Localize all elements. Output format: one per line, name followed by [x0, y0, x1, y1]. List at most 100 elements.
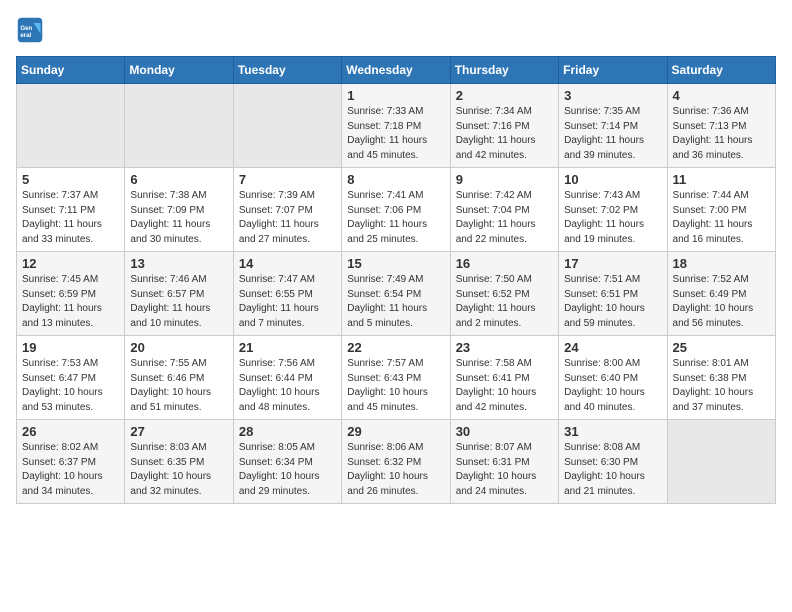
day-number: 2 [456, 88, 553, 103]
calendar-cell: 28 Sunrise: 8:05 AM Sunset: 6:34 PM Dayli… [233, 420, 341, 504]
svg-text:eral: eral [20, 32, 31, 39]
logo-icon: Gen eral [16, 16, 44, 44]
weekday-header-monday: Monday [125, 57, 233, 84]
day-info: Sunrise: 7:50 AM Sunset: 6:52 PM Dayligh… [456, 273, 553, 331]
day-number: 10 [564, 172, 661, 187]
day-info: Sunrise: 7:33 AM Sunset: 7:18 PM Dayligh… [347, 105, 444, 163]
calendar-cell: 17 Sunrise: 7:51 AM Sunset: 6:51 PM Dayli… [559, 252, 667, 336]
calendar-cell [233, 84, 341, 168]
day-info: Sunrise: 7:58 AM Sunset: 6:41 PM Dayligh… [456, 357, 553, 415]
calendar-cell: 3 Sunrise: 7:35 AM Sunset: 7:14 PM Daylig… [559, 84, 667, 168]
day-number: 14 [239, 256, 336, 271]
day-number: 18 [673, 256, 770, 271]
day-number: 13 [130, 256, 227, 271]
calendar-cell [125, 84, 233, 168]
day-number: 23 [456, 340, 553, 355]
day-info: Sunrise: 8:07 AM Sunset: 6:31 PM Dayligh… [456, 441, 553, 499]
calendar-cell: 5 Sunrise: 7:37 AM Sunset: 7:11 PM Daylig… [17, 168, 125, 252]
calendar-cell [17, 84, 125, 168]
day-info: Sunrise: 7:57 AM Sunset: 6:43 PM Dayligh… [347, 357, 444, 415]
day-info: Sunrise: 8:03 AM Sunset: 6:35 PM Dayligh… [130, 441, 227, 499]
day-number: 15 [347, 256, 444, 271]
calendar-cell: 21Sunrise: 7:56 AM Sunset: 6:44 PM Dayli… [233, 336, 341, 420]
svg-text:Gen: Gen [20, 25, 32, 32]
day-info: Sunrise: 7:45 AM Sunset: 6:59 PM Dayligh… [22, 273, 119, 331]
day-number: 29 [347, 424, 444, 439]
calendar-cell: 20Sunrise: 7:55 AM Sunset: 6:46 PM Dayli… [125, 336, 233, 420]
calendar-cell: 10 Sunrise: 7:43 AM Sunset: 7:02 PM Dayli… [559, 168, 667, 252]
day-info: Sunrise: 7:39 AM Sunset: 7:07 PM Dayligh… [239, 189, 336, 247]
day-info: Sunrise: 8:01 AM Sunset: 6:38 PM Dayligh… [673, 357, 770, 415]
day-number: 7 [239, 172, 336, 187]
day-number: 12 [22, 256, 119, 271]
calendar-week-row: 26 Sunrise: 8:02 AM Sunset: 6:37 PM Dayli… [17, 420, 776, 504]
day-number: 6 [130, 172, 227, 187]
day-info: Sunrise: 7:53 AM Sunset: 6:47 PM Dayligh… [22, 357, 119, 415]
day-number: 22 [347, 340, 444, 355]
calendar-cell [667, 420, 775, 504]
day-info: Sunrise: 8:05 AM Sunset: 6:34 PM Dayligh… [239, 441, 336, 499]
day-number: 25 [673, 340, 770, 355]
calendar-cell: 12 Sunrise: 7:45 AM Sunset: 6:59 PM Dayli… [17, 252, 125, 336]
day-info: Sunrise: 7:51 AM Sunset: 6:51 PM Dayligh… [564, 273, 661, 331]
calendar-cell: 14Sunrise: 7:47 AM Sunset: 6:55 PM Dayli… [233, 252, 341, 336]
day-info: Sunrise: 7:55 AM Sunset: 6:46 PM Dayligh… [130, 357, 227, 415]
calendar-cell: 27 Sunrise: 8:03 AM Sunset: 6:35 PM Dayli… [125, 420, 233, 504]
calendar-cell: 22 Sunrise: 7:57 AM Sunset: 6:43 PM Dayli… [342, 336, 450, 420]
day-info: Sunrise: 7:43 AM Sunset: 7:02 PM Dayligh… [564, 189, 661, 247]
day-info: Sunrise: 7:37 AM Sunset: 7:11 PM Dayligh… [22, 189, 119, 247]
day-info: Sunrise: 7:52 AM Sunset: 6:49 PM Dayligh… [673, 273, 770, 331]
calendar-cell: 11Sunrise: 7:44 AM Sunset: 7:00 PM Dayli… [667, 168, 775, 252]
calendar-cell: 4 Sunrise: 7:36 AM Sunset: 7:13 PM Daylig… [667, 84, 775, 168]
calendar-cell: 15 Sunrise: 7:49 AM Sunset: 6:54 PM Dayli… [342, 252, 450, 336]
day-number: 5 [22, 172, 119, 187]
calendar-cell: 13 Sunrise: 7:46 AM Sunset: 6:57 PM Dayli… [125, 252, 233, 336]
calendar-cell: 31 Sunrise: 8:08 AM Sunset: 6:30 PM Dayli… [559, 420, 667, 504]
day-number: 31 [564, 424, 661, 439]
day-number: 17 [564, 256, 661, 271]
day-info: Sunrise: 7:34 AM Sunset: 7:16 PM Dayligh… [456, 105, 553, 163]
day-number: 1 [347, 88, 444, 103]
calendar-week-row: 19 Sunrise: 7:53 AM Sunset: 6:47 PM Dayli… [17, 336, 776, 420]
weekday-header-saturday: Saturday [667, 57, 775, 84]
calendar-cell: 18 Sunrise: 7:52 AM Sunset: 6:49 PM Dayli… [667, 252, 775, 336]
calendar-cell: 9Sunrise: 7:42 AM Sunset: 7:04 PM Daylig… [450, 168, 558, 252]
day-info: Sunrise: 7:36 AM Sunset: 7:13 PM Dayligh… [673, 105, 770, 163]
day-info: Sunrise: 8:06 AM Sunset: 6:32 PM Dayligh… [347, 441, 444, 499]
day-info: Sunrise: 8:00 AM Sunset: 6:40 PM Dayligh… [564, 357, 661, 415]
weekday-header-sunday: Sunday [17, 57, 125, 84]
day-number: 19 [22, 340, 119, 355]
day-number: 24 [564, 340, 661, 355]
calendar-cell: 29 Sunrise: 8:06 AM Sunset: 6:32 PM Dayli… [342, 420, 450, 504]
calendar-cell: 8Sunrise: 7:41 AM Sunset: 7:06 PM Daylig… [342, 168, 450, 252]
day-number: 3 [564, 88, 661, 103]
weekday-header-friday: Friday [559, 57, 667, 84]
weekday-header-thursday: Thursday [450, 57, 558, 84]
calendar-cell: 24 Sunrise: 8:00 AM Sunset: 6:40 PM Dayli… [559, 336, 667, 420]
day-number: 27 [130, 424, 227, 439]
calendar-cell: 23 Sunrise: 7:58 AM Sunset: 6:41 PM Dayli… [450, 336, 558, 420]
logo: Gen eral [16, 16, 48, 44]
calendar-cell: 7 Sunrise: 7:39 AM Sunset: 7:07 PM Daylig… [233, 168, 341, 252]
day-number: 16 [456, 256, 553, 271]
calendar-cell: 6 Sunrise: 7:38 AM Sunset: 7:09 PM Daylig… [125, 168, 233, 252]
day-info: Sunrise: 7:35 AM Sunset: 7:14 PM Dayligh… [564, 105, 661, 163]
day-number: 28 [239, 424, 336, 439]
day-number: 26 [22, 424, 119, 439]
calendar-week-row: 5 Sunrise: 7:37 AM Sunset: 7:11 PM Daylig… [17, 168, 776, 252]
day-info: Sunrise: 7:46 AM Sunset: 6:57 PM Dayligh… [130, 273, 227, 331]
weekday-header-wednesday: Wednesday [342, 57, 450, 84]
weekday-header-tuesday: Tuesday [233, 57, 341, 84]
day-info: Sunrise: 8:08 AM Sunset: 6:30 PM Dayligh… [564, 441, 661, 499]
day-info: Sunrise: 7:38 AM Sunset: 7:09 PM Dayligh… [130, 189, 227, 247]
calendar-cell: 16 Sunrise: 7:50 AM Sunset: 6:52 PM Dayli… [450, 252, 558, 336]
calendar-table: SundayMondayTuesdayWednesdayThursdayFrid… [16, 56, 776, 504]
day-number: 21 [239, 340, 336, 355]
day-number: 4 [673, 88, 770, 103]
day-info: Sunrise: 7:49 AM Sunset: 6:54 PM Dayligh… [347, 273, 444, 331]
calendar-cell: 19 Sunrise: 7:53 AM Sunset: 6:47 PM Dayli… [17, 336, 125, 420]
day-info: Sunrise: 8:02 AM Sunset: 6:37 PM Dayligh… [22, 441, 119, 499]
day-info: Sunrise: 7:44 AM Sunset: 7:00 PM Dayligh… [673, 189, 770, 247]
calendar-week-row: 12 Sunrise: 7:45 AM Sunset: 6:59 PM Dayli… [17, 252, 776, 336]
calendar-cell: 2 Sunrise: 7:34 AM Sunset: 7:16 PM Daylig… [450, 84, 558, 168]
